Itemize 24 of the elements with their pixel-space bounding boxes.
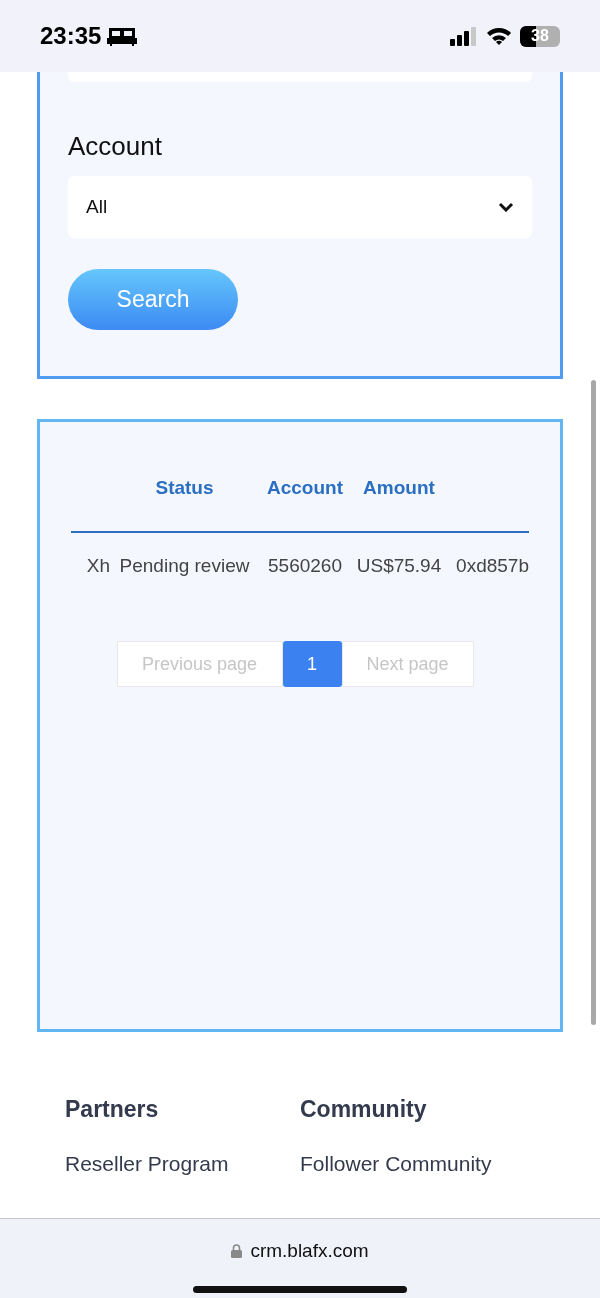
column-header: Amount xyxy=(362,475,436,500)
chevron-down-icon xyxy=(498,202,514,212)
column-header: Account xyxy=(266,475,344,500)
signal-icon xyxy=(450,26,478,46)
page-button[interactable]: 1 xyxy=(282,641,342,687)
url-text[interactable]: crm.blafx.com xyxy=(250,1237,369,1266)
column-header: Status xyxy=(154,475,215,500)
account-select[interactable]: All xyxy=(68,176,532,238)
table-cell-text: Xh xyxy=(85,553,110,578)
scroll-bar[interactable] xyxy=(591,380,596,1025)
footer-link[interactable]: Reseller Program xyxy=(65,1152,300,1176)
lock-icon xyxy=(231,1244,243,1259)
footer-heading: Community xyxy=(300,1095,428,1124)
table-cell-text: 5560260 xyxy=(267,553,343,578)
clock-time: 23:35 xyxy=(40,21,102,51)
table-cell-text: US$75.94 xyxy=(355,553,443,578)
footer-heading: Partners xyxy=(65,1095,160,1124)
bed-icon xyxy=(107,26,138,46)
field-label: Account xyxy=(68,130,163,162)
footer-link[interactable]: Follower Community xyxy=(300,1152,535,1176)
table-cell-text: 0xd857b xyxy=(455,553,529,578)
table-cell-text: Pending review xyxy=(118,553,251,578)
wifi-icon xyxy=(486,26,512,46)
home-indicator[interactable] xyxy=(193,1285,407,1293)
